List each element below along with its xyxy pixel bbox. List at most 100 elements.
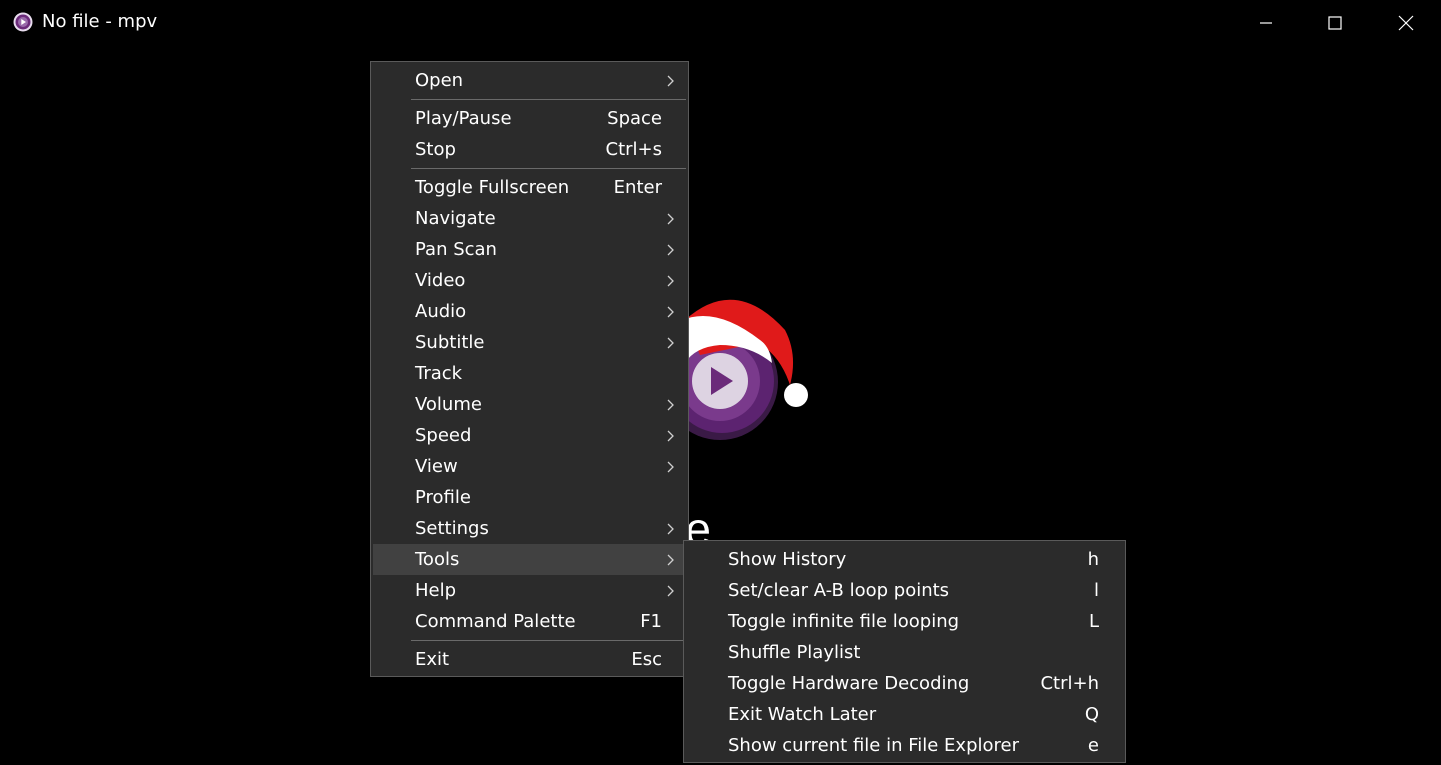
menu-item-label: Subtitle bbox=[415, 332, 485, 353]
menu-item-volume[interactable]: Volume bbox=[373, 389, 686, 420]
menu-item-stop[interactable]: Stop Ctrl+s bbox=[373, 134, 686, 165]
mpv-logo-icon bbox=[13, 12, 33, 32]
menu-item-shortcut: Space bbox=[607, 108, 662, 129]
submenu-arrow bbox=[664, 575, 678, 606]
close-icon bbox=[1398, 15, 1414, 30]
minimize-button[interactable] bbox=[1231, 0, 1301, 45]
menu-item-view[interactable]: View bbox=[373, 451, 686, 482]
chevron-right-icon bbox=[667, 430, 674, 441]
menu-item-label: Settings bbox=[415, 518, 489, 539]
menu-item-profile[interactable]: Profile bbox=[373, 482, 686, 513]
chevron-right-icon bbox=[667, 244, 674, 255]
chevron-right-icon bbox=[667, 461, 674, 472]
window-title: No file - mpv bbox=[42, 11, 158, 32]
menu-item-exit[interactable]: Exit Esc bbox=[373, 644, 686, 675]
submenu-arrow bbox=[664, 265, 678, 296]
menu-item-label: Audio bbox=[415, 301, 467, 322]
menu-item-speed[interactable]: Speed bbox=[373, 420, 686, 451]
menu-item-label: View bbox=[415, 456, 458, 477]
menu-item-toggle-infinite-file-looping[interactable]: Toggle infinite file looping L bbox=[686, 606, 1123, 637]
chevron-right-icon bbox=[667, 554, 674, 565]
menu-item-label: Tools bbox=[415, 549, 460, 570]
menu-item-shortcut: Esc bbox=[631, 649, 662, 670]
menu-item-command-palette[interactable]: Command Palette F1 bbox=[373, 606, 686, 637]
submenu-arrow bbox=[664, 420, 678, 451]
menu-item-tools[interactable]: Tools bbox=[373, 544, 686, 575]
menu-item-label: Toggle infinite file looping bbox=[728, 611, 960, 632]
menu-item-label: Set/clear A-B loop points bbox=[728, 580, 950, 601]
menu-item-set-clear-a-b-loop-points[interactable]: Set/clear A-B loop points l bbox=[686, 575, 1123, 606]
menu-item-shortcut: L bbox=[1088, 611, 1099, 632]
menu-item-label: Command Palette bbox=[415, 611, 576, 632]
menu-item-label: Volume bbox=[415, 394, 482, 415]
minimize-icon bbox=[1260, 21, 1272, 24]
submenu-arrow bbox=[664, 389, 678, 420]
menu-item-navigate[interactable]: Navigate bbox=[373, 203, 686, 234]
submenu-arrow bbox=[664, 203, 678, 234]
menu-item-settings[interactable]: Settings bbox=[373, 513, 686, 544]
context-menu[interactable]: Open Play/Pause Space Stop Ctrl+s Toggle Full… bbox=[370, 61, 689, 677]
submenu-arrow bbox=[664, 327, 678, 358]
menu-item-label: Show current file in File Explorer bbox=[728, 735, 1019, 756]
menu-item-exit-watch-later[interactable]: Exit Watch Later Q bbox=[686, 699, 1123, 730]
menu-separator bbox=[411, 168, 686, 169]
submenu-arrow bbox=[664, 513, 678, 544]
menu-item-toggle-fullscreen[interactable]: Toggle Fullscreen Enter bbox=[373, 172, 686, 203]
submenu-arrow bbox=[664, 234, 678, 265]
menu-item-label: Toggle Hardware Decoding bbox=[728, 673, 970, 694]
chevron-right-icon bbox=[667, 337, 674, 348]
menu-item-audio[interactable]: Audio bbox=[373, 296, 686, 327]
menu-item-open[interactable]: Open bbox=[373, 65, 686, 96]
menu-item-shuffle-playlist[interactable]: Shuffle Playlist bbox=[686, 637, 1123, 668]
submenu-arrow bbox=[664, 451, 678, 482]
tools-submenu[interactable]: Show History h Set/clear A-B loop points l T… bbox=[683, 540, 1126, 763]
menu-item-label: Exit bbox=[415, 649, 450, 670]
menu-item-show-current-file-in-file-explorer[interactable]: Show current file in File Explorer e bbox=[686, 730, 1123, 761]
chevron-right-icon bbox=[667, 75, 674, 86]
menu-item-label: Toggle Fullscreen bbox=[415, 177, 570, 198]
menu-item-label: Help bbox=[415, 580, 457, 601]
chevron-right-icon bbox=[667, 523, 674, 534]
close-button[interactable] bbox=[1371, 0, 1441, 45]
menu-item-subtitle[interactable]: Subtitle bbox=[373, 327, 686, 358]
menu-item-shortcut: Q bbox=[1084, 704, 1099, 725]
menu-item-play-pause[interactable]: Play/Pause Space bbox=[373, 103, 686, 134]
menu-separator bbox=[411, 640, 686, 641]
menu-item-label: Pan Scan bbox=[415, 239, 497, 260]
menu-item-label: Exit Watch Later bbox=[728, 704, 877, 725]
submenu-arrow bbox=[664, 65, 678, 96]
menu-item-pan-scan[interactable]: Pan Scan bbox=[373, 234, 686, 265]
menu-item-label: Speed bbox=[415, 425, 472, 446]
chevron-right-icon bbox=[667, 399, 674, 410]
menu-item-label: Stop bbox=[415, 139, 456, 160]
maximize-button[interactable] bbox=[1300, 0, 1370, 45]
menu-item-shortcut: F1 bbox=[640, 611, 662, 632]
menu-item-shortcut: Ctrl+s bbox=[605, 139, 663, 160]
title-bar[interactable]: No file - mpv bbox=[0, 0, 1441, 45]
menu-item-label: Video bbox=[415, 270, 466, 291]
chevron-right-icon bbox=[667, 275, 674, 286]
menu-item-toggle-hardware-decoding[interactable]: Toggle Hardware Decoding Ctrl+h bbox=[686, 668, 1123, 699]
menu-item-label: Play/Pause bbox=[415, 108, 512, 129]
menu-item-video[interactable]: Video bbox=[373, 265, 686, 296]
menu-item-label: Shuffle Playlist bbox=[728, 642, 861, 663]
menu-item-label: Open bbox=[415, 70, 464, 91]
submenu-arrow bbox=[664, 296, 678, 327]
menu-item-track[interactable]: Track bbox=[373, 358, 686, 389]
menu-item-label: Profile bbox=[415, 487, 471, 508]
chevron-right-icon bbox=[667, 306, 674, 317]
menu-item-shortcut: l bbox=[1093, 580, 1099, 601]
menu-item-label: Navigate bbox=[415, 208, 496, 229]
chevron-right-icon bbox=[667, 213, 674, 224]
chevron-right-icon bbox=[667, 585, 674, 596]
menu-item-shortcut: Enter bbox=[613, 177, 662, 198]
menu-item-shortcut: h bbox=[1087, 549, 1099, 570]
menu-item-shortcut: e bbox=[1087, 735, 1099, 756]
menu-item-show-history[interactable]: Show History h bbox=[686, 544, 1123, 575]
menu-item-help[interactable]: Help bbox=[373, 575, 686, 606]
menu-item-label: Show History bbox=[728, 549, 847, 570]
maximize-icon bbox=[1328, 15, 1342, 30]
menu-item-shortcut: Ctrl+h bbox=[1040, 673, 1099, 694]
menu-separator bbox=[411, 99, 686, 100]
submenu-arrow bbox=[664, 544, 678, 575]
